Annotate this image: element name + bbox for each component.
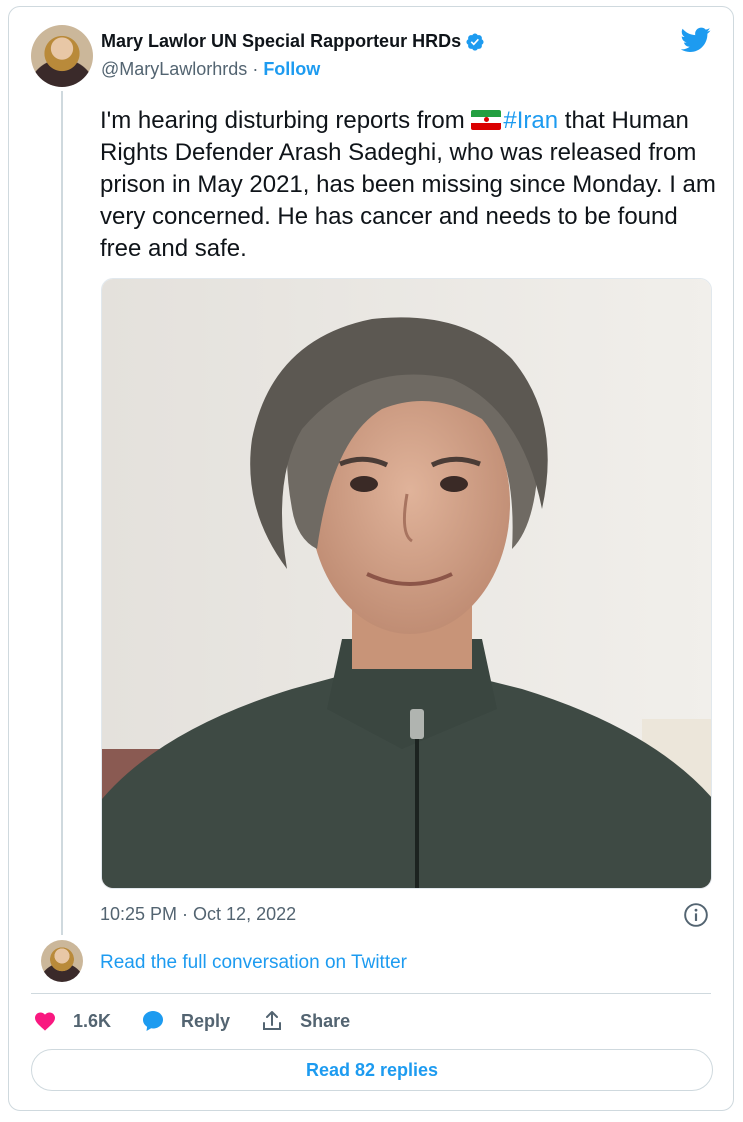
share-icon <box>263 1011 282 1030</box>
share-label: Share <box>300 1010 351 1031</box>
iran-flag-icon <box>471 110 502 130</box>
author-avatar[interactable] <box>31 25 93 87</box>
info-icon[interactable] <box>683 902 709 928</box>
follow-link[interactable]: Follow <box>263 59 320 79</box>
share-button[interactable]: Share <box>260 1009 350 1033</box>
tweet-card: Mary Lawlor UN Special Rapporteur HRDs @… <box>8 6 734 1111</box>
reply-bubble-icon <box>143 1011 164 1031</box>
portrait-image <box>102 279 711 888</box>
author-display-name[interactable]: Mary Lawlor UN Special Rapporteur HRDs <box>101 31 461 52</box>
hashtag-link[interactable]: #Iran <box>503 107 558 134</box>
tweet-text: I'm hearing disturbing reports from #Ira… <box>100 105 720 265</box>
read-replies-button[interactable]: Read 82 replies <box>31 1049 713 1091</box>
divider <box>31 993 711 994</box>
twitter-bird-icon[interactable] <box>681 27 711 53</box>
handle-separator: · <box>247 59 264 79</box>
like-count: 1.6K <box>73 1010 112 1031</box>
author-name-row[interactable]: Mary Lawlor UN Special Rapporteur HRDs <box>101 31 485 52</box>
read-full-conversation-link[interactable]: Read the full conversation on Twitter <box>100 952 407 974</box>
tweet-text-start: I'm hearing disturbing reports from <box>100 107 472 134</box>
action-bar: 1.6K Reply Share <box>33 1009 380 1033</box>
verified-badge-icon <box>466 32 484 51</box>
tweet-timestamp[interactable]: 10:25 PM · Oct 12, 2022 <box>100 904 296 925</box>
author-handle-row: @MaryLawlorhrds · Follow <box>101 59 320 80</box>
tweet-photo[interactable] <box>101 278 712 889</box>
conversation-avatar[interactable] <box>41 940 83 982</box>
reply-label: Reply <box>181 1010 231 1031</box>
like-button[interactable]: 1.6K <box>33 1009 111 1033</box>
heart-icon <box>35 1012 55 1031</box>
reply-button[interactable]: Reply <box>141 1009 230 1033</box>
author-handle[interactable]: @MaryLawlorhrds <box>101 59 247 79</box>
thread-line <box>61 91 63 935</box>
